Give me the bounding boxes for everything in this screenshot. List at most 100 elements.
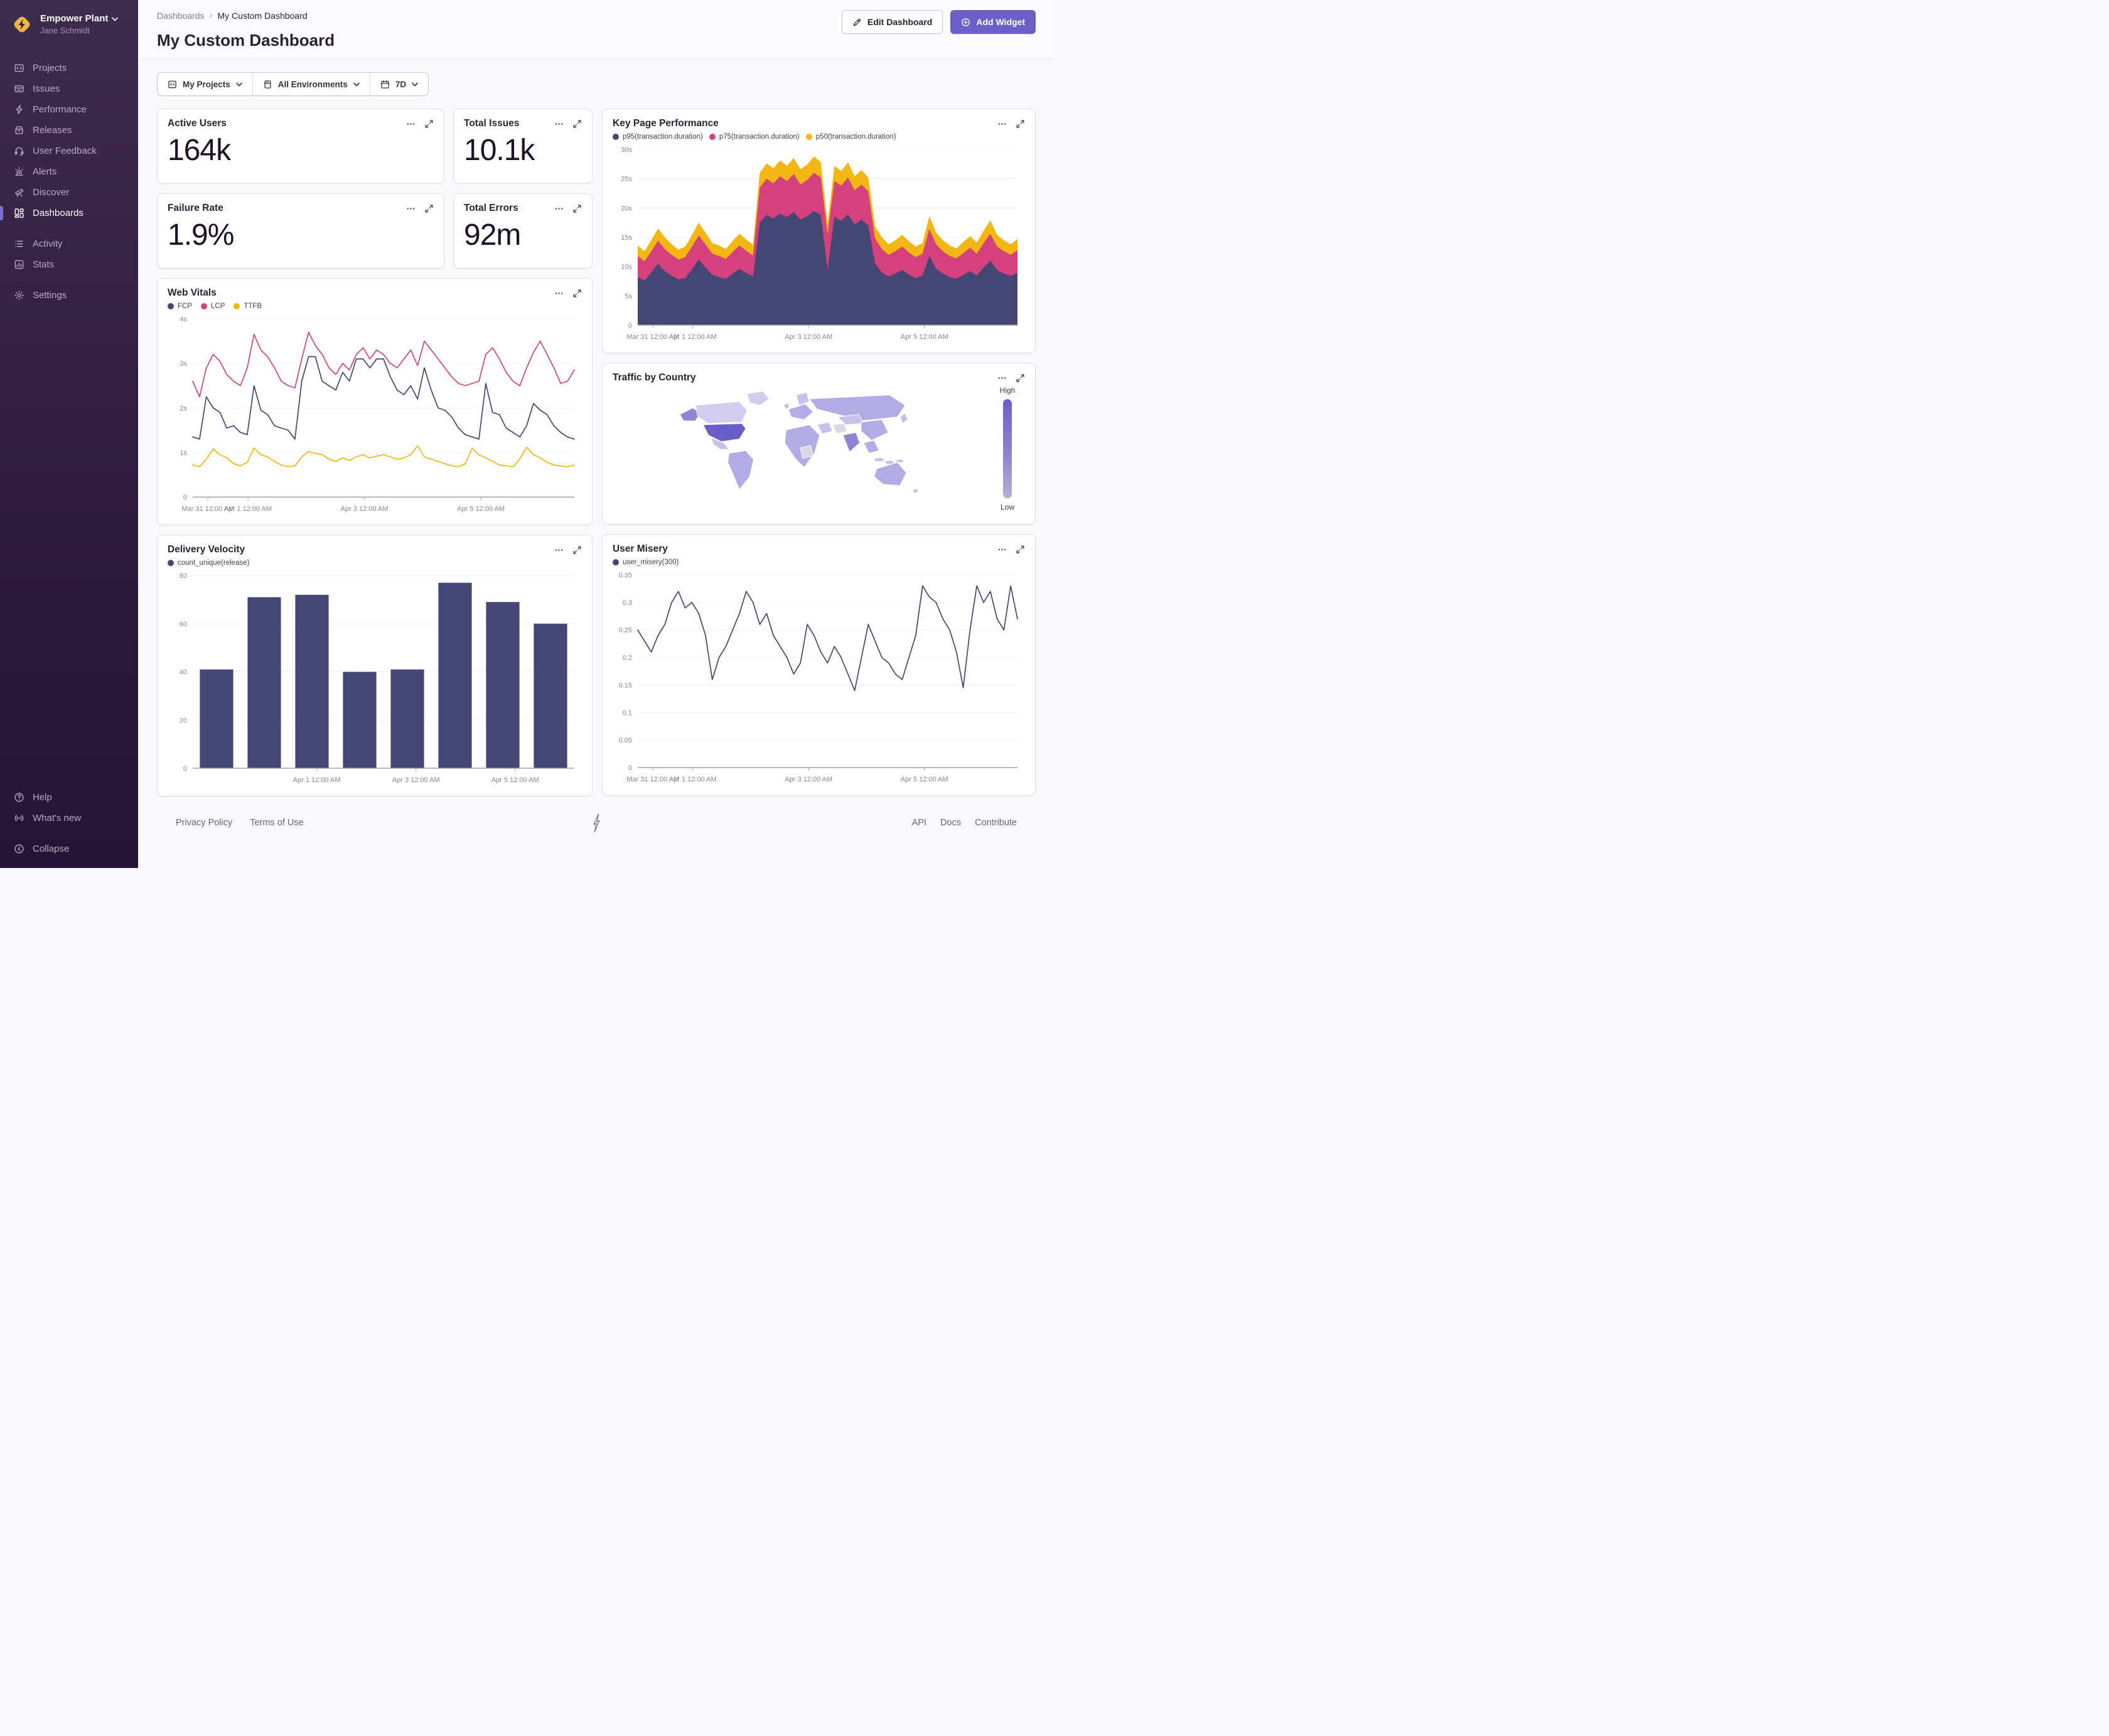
sidebar-item-user-feedback[interactable]: User Feedback xyxy=(0,141,138,161)
sidebar-footer-nav: Help What's new Collapse xyxy=(0,787,138,859)
sidebar-item-issues[interactable]: Issues xyxy=(0,78,138,99)
svg-text:80: 80 xyxy=(180,572,187,580)
legend-item-p95[interactable]: p95(transaction.duration) xyxy=(613,133,703,141)
widget-failure-rate: Failure Rate 1.9% xyxy=(157,193,444,269)
legend-item-count-unique-release[interactable]: count_unique(release) xyxy=(168,559,249,567)
widget-expand-icon[interactable] xyxy=(424,204,434,213)
delivery-velocity-chart[interactable]: 80 60 40 20 0 Apr 1 12:00 AM Apr 3 12:00 AM Apr… xyxy=(168,569,582,787)
legend-item-p50[interactable]: p50(transaction.duration) xyxy=(805,133,896,141)
svg-text:0.15: 0.15 xyxy=(619,682,632,689)
svg-text:Apr 1 12:00 AM: Apr 1 12:00 AM xyxy=(669,333,717,341)
chevron-down-icon xyxy=(235,82,242,86)
privacy-policy-link[interactable]: Privacy Policy xyxy=(176,818,232,828)
help-icon xyxy=(14,793,24,802)
performance-icon xyxy=(16,105,23,114)
widget-title: Failure Rate xyxy=(168,203,223,213)
widget-menu-icon[interactable] xyxy=(554,119,564,129)
svg-text:Apr 3 12:00 AM: Apr 3 12:00 AM xyxy=(785,333,832,341)
widget-expand-icon[interactable] xyxy=(572,119,582,129)
breadcrumb-separator: › xyxy=(209,10,213,21)
world-map-svg xyxy=(679,390,918,494)
widget-expand-icon[interactable] xyxy=(1016,545,1025,554)
ttfb-dot xyxy=(233,303,240,309)
edit-dashboard-button[interactable]: Edit Dashboard xyxy=(841,10,943,34)
chart-legend: p95(transaction.duration) p75(transactio… xyxy=(613,133,896,141)
widget-menu-icon[interactable] xyxy=(997,119,1007,129)
widget-expand-icon[interactable] xyxy=(1016,119,1025,129)
svg-text:Apr 5 12:00 AM: Apr 5 12:00 AM xyxy=(457,505,505,513)
svg-text:2s: 2s xyxy=(180,405,187,412)
big-number-value: 1.9% xyxy=(168,218,234,252)
big-number-value: 92m xyxy=(464,218,521,252)
count-unique-release-dot xyxy=(168,560,174,566)
world-map[interactable] xyxy=(613,385,990,515)
sidebar-item-performance[interactable]: Performance xyxy=(0,99,138,120)
project-filter[interactable]: My Projects xyxy=(158,73,252,95)
web-vitals-chart[interactable]: 4s 3s 2s 1s 0 Mar 31 12:00 AM Apr 1 12:00 AM Ap… xyxy=(168,313,582,516)
svg-text:0: 0 xyxy=(628,322,632,330)
terms-of-use-link[interactable]: Terms of Use xyxy=(250,818,303,828)
legend-item-p75[interactable]: p75(transaction.duration) xyxy=(709,133,800,141)
sidebar-item-discover[interactable]: Discover xyxy=(0,182,138,203)
p95-dot xyxy=(613,134,619,140)
svg-text:5s: 5s xyxy=(625,292,632,300)
svg-text:0.35: 0.35 xyxy=(619,572,632,579)
api-link[interactable]: API xyxy=(912,818,926,828)
big-number-value: 10.1k xyxy=(464,134,535,167)
sidebar-item-settings[interactable]: Settings xyxy=(0,285,138,306)
sidebar-item-stats[interactable]: Stats xyxy=(0,254,138,275)
svg-text:0.3: 0.3 xyxy=(623,599,632,607)
legend-item-lcp[interactable]: LCP xyxy=(201,303,225,310)
sidebar-item-collapse[interactable]: Collapse xyxy=(0,839,138,859)
sidebar-item-activity[interactable]: Activity xyxy=(0,233,138,254)
widget-menu-icon[interactable] xyxy=(997,373,1007,383)
widget-active-users: Active Users 164k xyxy=(157,109,444,184)
sidebar-item-alerts[interactable]: Alerts xyxy=(0,161,138,182)
widget-menu-icon[interactable] xyxy=(554,545,564,555)
widget-expand-icon[interactable] xyxy=(424,119,434,129)
chart-legend: user_misery(300) xyxy=(613,559,679,566)
add-widget-button[interactable]: Add Widget xyxy=(950,10,1036,34)
sidebar-item-help[interactable]: Help xyxy=(0,787,138,808)
widget-menu-icon[interactable] xyxy=(554,204,564,213)
legend-item-user-misery[interactable]: user_misery(300) xyxy=(613,559,679,566)
widget-menu-icon[interactable] xyxy=(406,204,416,213)
svg-text:20s: 20s xyxy=(621,205,632,212)
widget-expand-icon[interactable] xyxy=(1016,373,1025,383)
svg-text:0.05: 0.05 xyxy=(619,737,632,744)
widget-expand-icon[interactable] xyxy=(572,204,582,213)
widget-menu-icon[interactable] xyxy=(406,119,416,129)
lcp-dot xyxy=(201,303,207,309)
org-switcher[interactable]: Empower Plant Jane Schmidt xyxy=(0,10,138,39)
widget-menu-icon[interactable] xyxy=(997,545,1007,554)
svg-text:10s: 10s xyxy=(621,264,632,271)
sidebar-item-dashboards[interactable]: Dashboards xyxy=(0,203,138,223)
svg-text:25s: 25s xyxy=(621,176,632,183)
environment-filter[interactable]: All Environments xyxy=(252,73,370,95)
sidebar-item-whats-new[interactable]: What's new xyxy=(0,808,138,828)
collapse-icon xyxy=(14,844,24,854)
widget-menu-icon[interactable] xyxy=(554,289,564,298)
contribute-link[interactable]: Contribute xyxy=(975,818,1017,828)
svg-text:Apr 1 12:00 AM: Apr 1 12:00 AM xyxy=(669,776,717,783)
projects-icon xyxy=(14,64,24,72)
broadcast-icon xyxy=(14,815,24,822)
widget-expand-icon[interactable] xyxy=(572,289,582,298)
svg-text:20: 20 xyxy=(180,717,187,724)
sidebar-item-releases[interactable]: Releases xyxy=(0,120,138,141)
sidebar-item-projects[interactable]: Projects xyxy=(0,58,138,78)
org-name: Empower Plant xyxy=(40,13,109,24)
breadcrumb-dashboards[interactable]: Dashboards xyxy=(157,11,205,21)
legend-item-fcp[interactable]: FCP xyxy=(168,303,192,310)
chart-legend: FCP LCP TTFB xyxy=(168,303,262,310)
widget-user-misery: User Misery user_misery(300) 0.35 0.3 0.25… xyxy=(602,534,1036,796)
user-misery-chart[interactable]: 0.35 0.3 0.25 0.2 0.15 0.1 0.05 0 Mar 31 12:00 A… xyxy=(613,569,1025,786)
date-range-filter[interactable]: 7D xyxy=(369,73,428,95)
widget-expand-icon[interactable] xyxy=(572,545,582,555)
svg-text:30s: 30s xyxy=(621,146,632,154)
p50-dot xyxy=(805,134,812,140)
sentry-logo[interactable] xyxy=(588,813,604,837)
key-page-performance-chart[interactable]: 30s 25s 20s 15s 10s 5s 0 Mar 31 12:00 AM Apr 1 1… xyxy=(613,143,1025,344)
legend-item-ttfb[interactable]: TTFB xyxy=(233,303,262,310)
docs-link[interactable]: Docs xyxy=(940,818,961,828)
